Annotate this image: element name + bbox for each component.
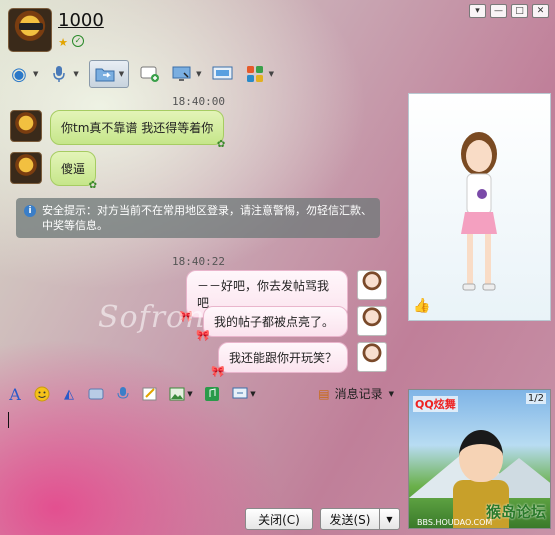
ad-logo: QQ炫舞 bbox=[413, 396, 458, 412]
chevron-down-icon[interactable]: ▼ bbox=[269, 70, 274, 78]
file-transfer-button[interactable]: ▼ bbox=[88, 60, 130, 88]
voice-message-icon[interactable] bbox=[114, 385, 132, 403]
self-avatar[interactable] bbox=[357, 270, 387, 300]
chat-toolbar: ◉ ▼ ▼ ▼ ▼ ▼ bbox=[8, 60, 284, 88]
chevron-down-icon[interactable]: ▼ bbox=[33, 70, 38, 78]
font-icon[interactable]: A bbox=[6, 385, 24, 404]
contact-name[interactable]: 1000 bbox=[58, 10, 104, 31]
remote-desktop-button[interactable]: ▼ bbox=[171, 60, 202, 88]
graffiti-icon[interactable] bbox=[141, 385, 159, 403]
self-avatar[interactable] bbox=[357, 306, 387, 336]
message-bubble-incoming: 傻逼 ✿ bbox=[50, 151, 97, 191]
input-toolbar: A ◭ ▼ ▼ ▤ 消息记录 ▼ bbox=[6, 382, 404, 406]
self-avatar[interactable] bbox=[357, 342, 387, 372]
message-text: 你tm真不靠谱 我还得等着你 bbox=[61, 121, 214, 135]
star-icon: ★ bbox=[58, 35, 68, 49]
folder-icon bbox=[94, 63, 116, 85]
minimize-button[interactable]: — bbox=[490, 4, 507, 18]
magic-expression-icon[interactable] bbox=[87, 385, 105, 403]
send-button[interactable]: 发送(S) bbox=[320, 508, 380, 530]
chevron-down-icon[interactable]: ▼ bbox=[73, 70, 78, 78]
shake-icon[interactable]: ◭ bbox=[60, 385, 78, 403]
frog-decoration-icon: ✿ bbox=[216, 139, 226, 150]
monitor-icon bbox=[171, 63, 193, 85]
frog-decoration-icon: ✿ bbox=[88, 180, 98, 191]
ad-watermark: 猴岛论坛 bbox=[485, 503, 546, 521]
window-menu-button[interactable]: ▾ bbox=[469, 4, 486, 18]
voice-call-button[interactable]: ▼ bbox=[48, 60, 79, 88]
window-controls: ▾ — □ ✕ bbox=[469, 4, 549, 18]
message-text: 傻逼 bbox=[61, 162, 86, 176]
background-signature: Sofron bbox=[98, 300, 206, 335]
message-history-label: 消息记录 bbox=[334, 387, 383, 401]
chevron-down-icon[interactable]: ▼ bbox=[196, 70, 201, 78]
screenshot-icon[interactable]: ▼ bbox=[230, 385, 258, 403]
chevron-down-icon[interactable]: ▼ bbox=[119, 70, 124, 78]
close-window-button[interactable]: ✕ bbox=[532, 4, 549, 18]
history-icon: ▤ bbox=[318, 386, 330, 401]
message-bubble-incoming: 你tm真不靠谱 我还得等着你 ✿ bbox=[50, 110, 225, 150]
close-button[interactable]: 关闭(C) bbox=[245, 508, 313, 530]
send-options-button[interactable]: ▼ bbox=[379, 508, 400, 530]
info-icon: i bbox=[24, 205, 36, 217]
qq-show-panel[interactable]: 👍 bbox=[408, 93, 551, 321]
ad-page-indicator[interactable]: 1/2 bbox=[525, 393, 546, 404]
image-icon[interactable]: ▼ bbox=[168, 385, 194, 403]
message-bubble-outgoing: 🎀 我的帖子都被点亮了。 bbox=[196, 306, 348, 342]
emoji-icon[interactable] bbox=[33, 385, 51, 403]
message-text: 我的帖子都被点亮了。 bbox=[214, 315, 335, 329]
message-text: 我还能跟你开玩笑？ bbox=[229, 351, 338, 365]
security-notice: i 安全提示：对方当前不在常用地区登录，请注意警惕，勿轻信汇款、中奖等信息。 bbox=[16, 198, 380, 238]
contact-status-icons: ★ ✓ bbox=[56, 35, 84, 49]
avatar-show-figure bbox=[461, 132, 497, 291]
ad-watermark-url: BBS.HOUDAO.COM bbox=[417, 518, 493, 527]
sms-button[interactable] bbox=[139, 60, 161, 88]
screen-share-button[interactable] bbox=[212, 60, 234, 88]
screen-share-icon bbox=[212, 63, 234, 85]
ad-character-face bbox=[459, 430, 503, 482]
text-caret bbox=[8, 412, 9, 428]
video-call-button[interactable]: ◉ ▼ bbox=[8, 60, 38, 88]
message-plus-icon bbox=[139, 63, 161, 85]
sender-avatar[interactable] bbox=[10, 152, 42, 184]
message-history-button[interactable]: ▤ 消息记录 ▼ bbox=[318, 385, 394, 402]
message-input[interactable] bbox=[6, 408, 404, 504]
microphone-icon bbox=[48, 63, 70, 85]
apps-grid-icon bbox=[244, 63, 266, 85]
video-icon: ◉ bbox=[11, 63, 27, 85]
apps-button[interactable]: ▼ bbox=[244, 60, 274, 88]
security-notice-text: 安全提示：对方当前不在常用地区登录，请注意警惕，勿轻信汇款、中奖等信息。 bbox=[42, 204, 372, 232]
maximize-button[interactable]: □ bbox=[511, 4, 528, 18]
sender-avatar[interactable] bbox=[10, 110, 42, 142]
chevron-down-icon[interactable]: ▼ bbox=[250, 390, 255, 398]
qzone-icon[interactable]: ✓ bbox=[72, 35, 84, 47]
thumbs-up-icon[interactable]: 👍 bbox=[413, 298, 430, 314]
music-icon[interactable] bbox=[203, 385, 221, 403]
message-timestamp: 18:40:22 bbox=[172, 255, 225, 268]
chevron-down-icon[interactable]: ▼ bbox=[389, 390, 394, 398]
message-timestamp: 18:40:00 bbox=[172, 95, 225, 108]
bow-decoration-icon: 🎀 bbox=[211, 365, 225, 378]
message-bubble-outgoing: 🎀 我还能跟你开玩笑？ bbox=[211, 342, 348, 378]
ad-banner[interactable]: QQ炫舞 1/2 猴岛论坛 BBS.HOUDAO.COM bbox=[408, 389, 551, 529]
chevron-down-icon[interactable]: ▼ bbox=[187, 390, 192, 398]
contact-avatar[interactable] bbox=[8, 8, 52, 52]
